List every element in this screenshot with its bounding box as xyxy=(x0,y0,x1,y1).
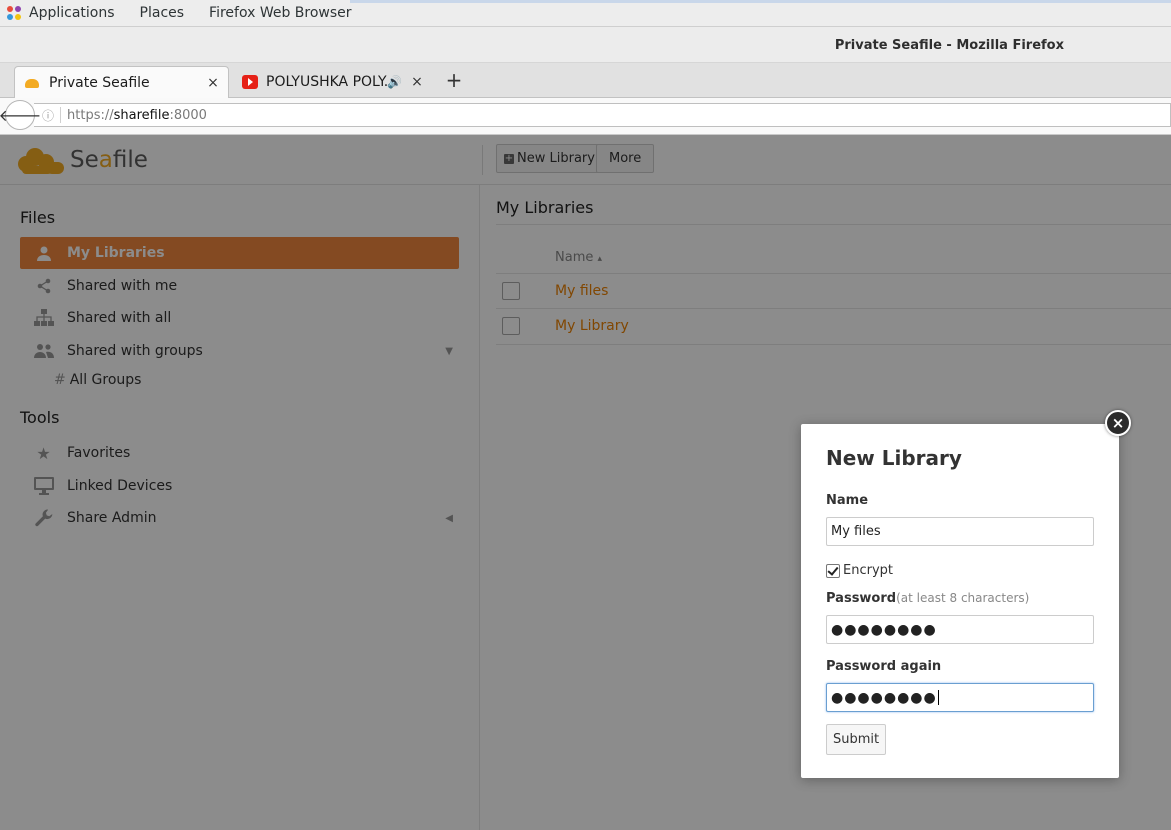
applications-menu[interactable]: Applications xyxy=(0,5,115,21)
top-accent-line xyxy=(350,0,1171,3)
tab-private-seafile[interactable]: Private Seafile × xyxy=(14,66,229,98)
tab-strip: Private Seafile × POLYUSHKA POLY... 🔊 × … xyxy=(0,63,1171,98)
password-mask: ●●●●●●●● xyxy=(831,621,937,638)
applications-icon xyxy=(7,5,23,21)
tab-close-icon[interactable]: × xyxy=(408,74,426,90)
url-host: sharefile xyxy=(113,107,170,123)
speaker-icon[interactable]: 🔊 xyxy=(387,75,402,89)
password-hint: (at least 8 characters) xyxy=(896,591,1030,605)
back-button[interactable]: 🡐 xyxy=(0,100,41,130)
encrypt-option[interactable]: Encrypt xyxy=(826,563,893,578)
places-menu[interactable]: Places xyxy=(140,5,185,21)
navigation-bar: ⓘ https://sharefile:8000 🡐 xyxy=(0,98,1171,135)
encrypt-label: Encrypt xyxy=(843,563,893,578)
name-label: Name xyxy=(826,493,869,508)
encrypt-checkbox[interactable] xyxy=(826,563,840,578)
tab-label: Private Seafile xyxy=(49,74,150,91)
back-arrow-icon: 🡐 xyxy=(0,106,42,125)
applications-menu-label: Applications xyxy=(29,5,115,21)
firefox-menu[interactable]: Firefox Web Browser xyxy=(209,5,352,21)
new-library-dialog: New Library Name My files Encrypt Passwo… xyxy=(801,424,1119,778)
dialog-close-icon[interactable]: × xyxy=(1105,410,1131,436)
tab-close-icon[interactable]: × xyxy=(204,75,222,91)
gnome-top-bar: Applications Places Firefox Web Browser xyxy=(0,0,1171,27)
url-scheme: https:// xyxy=(67,107,114,123)
password-again-input[interactable]: ●●●●●●●● xyxy=(826,683,1094,712)
password-again-label: Password again xyxy=(826,659,942,674)
submit-button[interactable]: Submit xyxy=(826,724,887,755)
youtube-favicon-icon xyxy=(242,75,258,89)
password-label: Password(at least 8 characters) xyxy=(826,591,1030,606)
seafile-favicon-icon xyxy=(25,76,41,90)
tab-polyushka[interactable]: POLYUSHKA POLY... 🔊 × xyxy=(232,66,432,98)
library-name-input[interactable]: My files xyxy=(826,517,1094,546)
window-title: Private Seafile - Mozilla Firefox xyxy=(834,38,1064,53)
new-tab-button[interactable]: + xyxy=(444,69,464,91)
url-port: :8000 xyxy=(169,107,207,123)
password-input[interactable]: ●●●●●●●● xyxy=(826,615,1094,644)
tab-label: POLYUSHKA POLY... xyxy=(266,74,388,90)
info-icon[interactable]: ⓘ xyxy=(42,107,54,124)
window-titlebar: Private Seafile - Mozilla Firefox xyxy=(0,27,1171,63)
text-cursor xyxy=(937,690,939,705)
url-bar[interactable]: ⓘ https://sharefile:8000 xyxy=(34,103,1171,127)
password-again-mask: ●●●●●●●● xyxy=(831,689,937,706)
library-name-value: My files xyxy=(831,524,881,539)
dialog-title: New Library xyxy=(826,446,962,470)
